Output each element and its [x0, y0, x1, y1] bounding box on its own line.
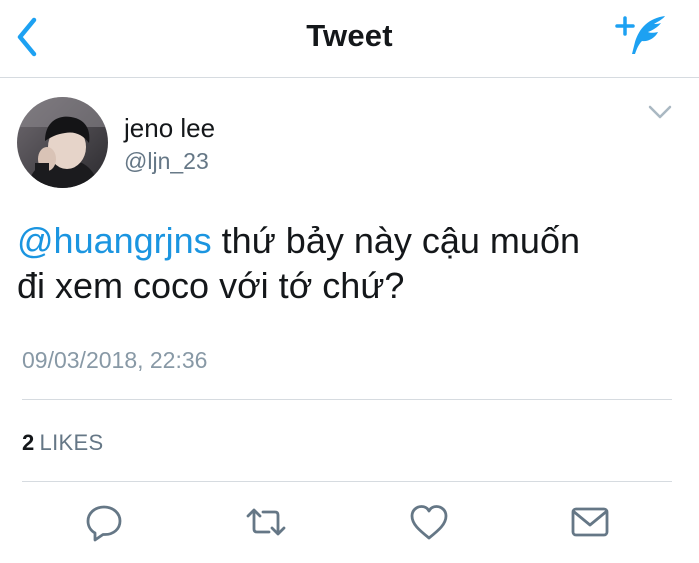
direct-message-button[interactable]	[568, 500, 612, 544]
reply-icon	[86, 505, 122, 542]
retweet-button[interactable]	[244, 500, 288, 544]
retweet-icon	[246, 508, 286, 536]
author-name[interactable]: jeno lee	[124, 113, 215, 144]
page-title: Tweet	[306, 18, 393, 53]
avatar[interactable]	[17, 97, 108, 188]
compose-feather-icon	[615, 16, 665, 54]
chevron-down-icon	[648, 105, 672, 119]
like-button[interactable]	[407, 500, 451, 544]
likes-stat[interactable]: 2 LIKES	[22, 430, 103, 456]
compose-tweet-button[interactable]	[615, 12, 673, 58]
tweet-text-line1: thứ bảy này cậu muốn	[211, 220, 580, 261]
tweet-text-line2: đi xem coco với tớ chứ?	[17, 265, 405, 306]
tweet-timestamp: 09/03/2018, 22:36	[22, 347, 208, 373]
mention-link[interactable]: @huangrjns	[17, 220, 212, 261]
divider	[22, 481, 672, 482]
divider	[22, 399, 672, 400]
reply-button[interactable]	[82, 500, 126, 544]
likes-label: LIKES	[39, 430, 104, 455]
envelope-icon	[571, 507, 609, 537]
tweet-text: @huangrjns thứ bảy này cậu muốn đi xem c…	[17, 218, 657, 308]
avatar-photo	[17, 97, 108, 188]
top-bar: Tweet	[0, 0, 699, 78]
likes-count: 2	[22, 430, 35, 455]
more-options-button[interactable]	[647, 103, 673, 121]
heart-icon	[410, 505, 448, 540]
author-handle[interactable]: @ljn_23	[124, 148, 209, 175]
